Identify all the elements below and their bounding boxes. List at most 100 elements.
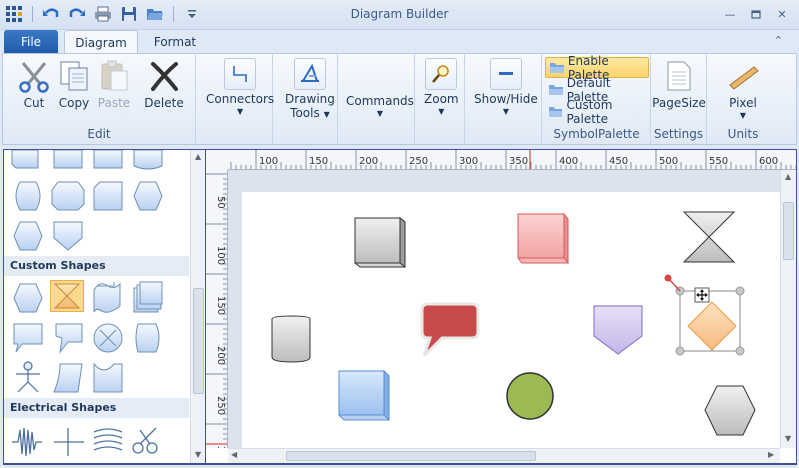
ribbon: Cut Copy Paste Delete Edit Connectors ▼ … bbox=[2, 53, 797, 145]
show-hide-label: Show/Hide bbox=[474, 92, 538, 106]
vertical-ruler: 50 100 150 200 250 300 bbox=[206, 170, 228, 448]
diagram-page bbox=[242, 192, 780, 448]
node-hexagon[interactable] bbox=[704, 385, 756, 436]
ruler-label: 200 bbox=[215, 346, 226, 365]
diagram-nodes bbox=[271, 211, 756, 436]
group-label-settings: Settings bbox=[653, 127, 704, 141]
category-custom-shapes[interactable]: Custom Shapes bbox=[4, 256, 189, 276]
node-rounded-rect[interactable] bbox=[271, 315, 311, 363]
node-diamond-selected[interactable] bbox=[664, 274, 745, 356]
chevron-down-icon: ▼ bbox=[376, 109, 384, 118]
connector-icon bbox=[224, 58, 257, 90]
group-zoom: Zoom ▼ bbox=[415, 54, 465, 144]
ruler-label: 50 bbox=[215, 196, 226, 209]
paste-icon bbox=[96, 58, 132, 94]
canvas-hscroll-thumb[interactable] bbox=[286, 451, 536, 461]
canvas-vscroll-thumb[interactable] bbox=[783, 202, 794, 260]
tab-diagram[interactable]: Diagram bbox=[64, 30, 138, 54]
ribbon-tabs: File Diagram Format ⌃ bbox=[0, 30, 799, 54]
diagram-canvas: 100 150 200 250 300 350 400 450 500 550 600 50 100 1… bbox=[206, 150, 796, 463]
tab-format[interactable]: Format bbox=[146, 30, 204, 54]
scroll-up-icon[interactable]: ▲ bbox=[785, 172, 791, 181]
group-commands: Commands ▼ bbox=[338, 54, 415, 144]
node-gray-cube[interactable] bbox=[354, 216, 406, 269]
ruler-icon bbox=[725, 58, 761, 94]
custom-palette-button[interactable]: Custom Palette bbox=[545, 98, 649, 126]
ruler-label: 250 bbox=[409, 156, 428, 167]
category-electrical-shapes[interactable]: Electrical Shapes bbox=[4, 398, 189, 418]
zoom-label: Zoom bbox=[424, 92, 459, 106]
delete-label: Delete bbox=[144, 96, 184, 110]
units-label: Pixel bbox=[729, 96, 757, 110]
show-hide-dropdown[interactable]: Show/Hide ▼ bbox=[474, 58, 538, 116]
ruler-label: 500 bbox=[659, 156, 678, 167]
palette-hourglass-shape[interactable] bbox=[50, 280, 84, 312]
ruler-corner bbox=[206, 150, 228, 170]
copy-icon bbox=[56, 58, 92, 94]
scroll-up-icon[interactable]: ▲ bbox=[195, 152, 201, 161]
canvas-horizontal-scrollbar[interactable]: ◀ ▶ bbox=[228, 448, 780, 463]
group-drawing-tools: Drawing Tools ▼ bbox=[273, 54, 338, 144]
ruler-label: 550 bbox=[709, 156, 728, 167]
ruler-label: 300 bbox=[215, 446, 226, 448]
collapse-ribbon-icon[interactable]: ⌃ bbox=[774, 34, 783, 47]
minimize-icon[interactable]: — bbox=[719, 6, 741, 22]
palette-scrollbar[interactable]: ▲ ▼ bbox=[190, 150, 205, 463]
close-icon[interactable]: ✕ bbox=[771, 6, 793, 22]
group-label-edit: Edit bbox=[87, 127, 111, 141]
maximize-icon[interactable] bbox=[745, 6, 767, 22]
group-settings: PageSize Settings bbox=[651, 54, 707, 144]
paste-button[interactable]: Paste bbox=[91, 58, 137, 110]
drawing-label: Drawing bbox=[285, 92, 335, 106]
show-hide-icon bbox=[489, 58, 522, 90]
drawing-tools-icon bbox=[293, 58, 326, 90]
canvas-vertical-scrollbar[interactable]: ▲ ▼ bbox=[780, 170, 796, 448]
delete-x-icon bbox=[146, 58, 182, 94]
ruler-label: 250 bbox=[215, 396, 226, 415]
scroll-down-icon[interactable]: ▼ bbox=[195, 450, 201, 459]
page-size-button[interactable]: PageSize bbox=[652, 58, 706, 110]
node-pentagon[interactable] bbox=[593, 305, 643, 355]
commands-dropdown[interactable]: Commands ▼ bbox=[346, 92, 414, 118]
ruler-label: 200 bbox=[359, 156, 378, 167]
ruler-label: 100 bbox=[259, 156, 278, 167]
page-size-label: PageSize bbox=[652, 96, 706, 110]
window-title: Diagram Builder bbox=[350, 7, 449, 21]
ruler-label: 400 bbox=[559, 156, 578, 167]
units-dropdown[interactable]: Pixel ▼ bbox=[720, 58, 766, 120]
ruler-label: 600 bbox=[759, 156, 778, 167]
palette-scroll-thumb[interactable] bbox=[193, 288, 204, 394]
window-controls: — ✕ bbox=[719, 6, 793, 22]
zoom-icon bbox=[425, 58, 458, 90]
group-connectors: Connectors ▼ bbox=[196, 54, 274, 144]
horizontal-ruler: 100 150 200 250 300 350 400 450 500 550 600 bbox=[228, 150, 796, 170]
group-label-symbol-palette: SymbolPalette bbox=[553, 127, 640, 141]
page-area bbox=[228, 170, 780, 448]
node-blue-cube[interactable] bbox=[338, 369, 390, 422]
tools-label: Tools bbox=[290, 106, 320, 120]
drawing-tools-dropdown[interactable]: Drawing Tools ▼ bbox=[285, 58, 335, 122]
page-icon bbox=[661, 58, 697, 94]
cut-label: Cut bbox=[23, 96, 45, 110]
chevron-down-icon: ▼ bbox=[237, 107, 244, 116]
delete-button[interactable]: Delete bbox=[141, 58, 187, 110]
paste-label: Paste bbox=[97, 96, 131, 110]
scroll-down-icon[interactable]: ▼ bbox=[785, 434, 791, 443]
group-units: Pixel ▼ Units bbox=[707, 54, 779, 144]
node-callout[interactable] bbox=[420, 302, 480, 358]
ruler-label: 100 bbox=[215, 246, 226, 265]
custom-palette-label: Custom Palette bbox=[566, 97, 613, 126]
scroll-left-icon[interactable]: ◀ bbox=[231, 450, 237, 459]
folder-icon bbox=[550, 63, 564, 73]
scroll-right-icon[interactable]: ▶ bbox=[768, 450, 774, 459]
zoom-dropdown[interactable]: Zoom ▼ bbox=[424, 58, 459, 116]
ruler-label: 350 bbox=[509, 156, 528, 167]
node-green-circle[interactable] bbox=[506, 372, 554, 420]
tab-file[interactable]: File bbox=[4, 30, 58, 54]
ruler-ticks: 50 100 150 200 250 300 bbox=[206, 173, 227, 448]
scissors-icon bbox=[16, 58, 52, 94]
node-pink-cube[interactable] bbox=[517, 212, 569, 265]
connectors-dropdown[interactable]: Connectors ▼ bbox=[206, 58, 274, 116]
node-hourglass[interactable] bbox=[682, 211, 736, 263]
ruler-label: 150 bbox=[309, 156, 328, 167]
